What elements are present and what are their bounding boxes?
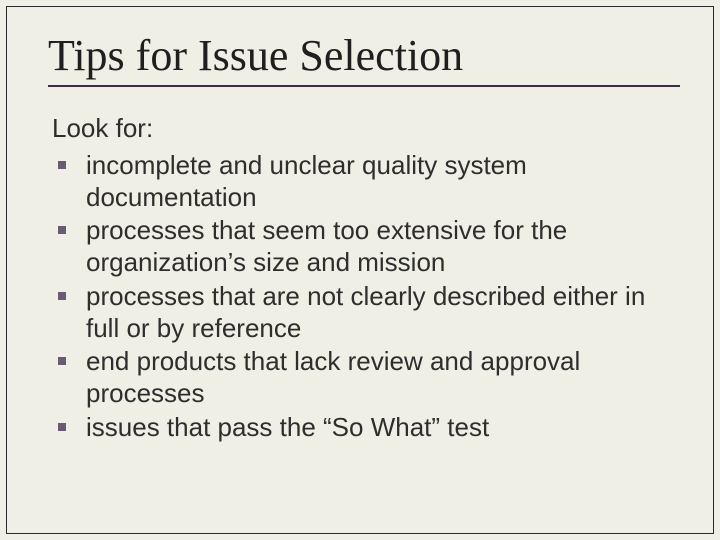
list-item-text: processes that are not clearly described… [86,281,645,343]
list-item-text: end products that lack review and approv… [86,346,580,408]
title-underline [48,85,680,87]
list-item-text: issues that pass the “So What” test [86,412,489,442]
list-item-text: processes that seem too extensive for th… [86,215,567,277]
list-item: issues that pass the “So What” test [52,412,680,444]
list-item: processes that seem too extensive for th… [52,215,680,278]
list-item: processes that are not clearly described… [52,281,680,344]
slide: Tips for Issue Selection Look for: incom… [0,0,720,540]
slide-title: Tips for Issue Selection [48,30,680,81]
square-bullet-icon [58,357,66,365]
list-item: end products that lack review and approv… [52,346,680,409]
lead-text: Look for: [52,113,680,144]
bullet-list: incomplete and unclear quality system do… [52,150,680,443]
square-bullet-icon [58,423,66,431]
square-bullet-icon [58,226,66,234]
square-bullet-icon [58,161,66,169]
square-bullet-icon [58,292,66,300]
list-item: incomplete and unclear quality system do… [52,150,680,213]
list-item-text: incomplete and unclear quality system do… [86,150,527,212]
